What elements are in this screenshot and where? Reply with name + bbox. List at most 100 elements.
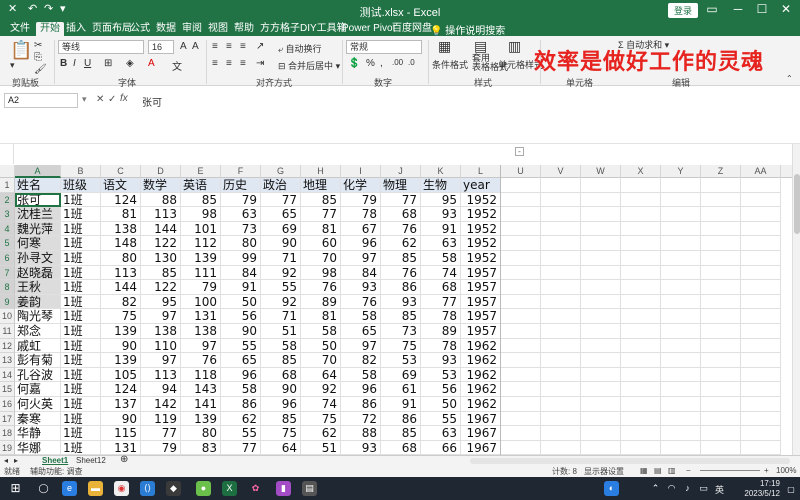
table-cell[interactable]: 76 <box>381 265 421 281</box>
app-icon[interactable]: ◆ <box>166 481 181 496</box>
underline-icon[interactable]: U <box>84 58 91 69</box>
bold-icon[interactable]: B <box>60 58 67 69</box>
table-cell[interactable]: 81 <box>301 309 341 324</box>
table-cell[interactable]: 72 <box>341 411 381 427</box>
table-header-cell[interactable]: 英语 <box>181 178 221 193</box>
table-cell[interactable]: 67 <box>341 221 381 237</box>
empty-cell[interactable] <box>701 382 741 397</box>
align-bottom-icon[interactable]: ≡ <box>240 41 246 52</box>
table-cell[interactable]: 50 <box>301 338 341 354</box>
empty-cell[interactable] <box>701 397 741 412</box>
column-header[interactable]: F <box>221 165 261 178</box>
fill-color-icon[interactable]: ◈ <box>126 58 134 69</box>
empty-cell[interactable] <box>581 367 621 383</box>
table-cell[interactable]: 76 <box>341 294 381 310</box>
table-cell[interactable]: 90 <box>261 236 301 251</box>
row-header[interactable]: 6 <box>0 251 15 266</box>
table-cell[interactable]: 92 <box>301 382 341 397</box>
empty-cell[interactable] <box>741 324 781 339</box>
empty-cell[interactable] <box>541 178 581 193</box>
table-cell[interactable]: 89 <box>421 324 461 339</box>
table-cell[interactable]: 1班 <box>61 280 101 295</box>
table-cell[interactable]: 1962 <box>461 338 501 354</box>
empty-cell[interactable] <box>741 221 781 237</box>
empty-cell[interactable] <box>741 178 781 193</box>
empty-cell[interactable] <box>661 353 701 368</box>
empty-cell[interactable] <box>501 382 541 397</box>
table-cell[interactable]: 112 <box>181 236 221 251</box>
table-cell[interactable]: 1957 <box>461 309 501 324</box>
row-header[interactable]: 11 <box>0 324 15 339</box>
table-cell[interactable]: 沈桂兰 <box>15 207 61 222</box>
table-cell[interactable]: 75 <box>101 309 141 324</box>
empty-cell[interactable] <box>661 280 701 295</box>
column-header[interactable]: W <box>581 165 621 178</box>
empty-cell[interactable] <box>741 426 781 441</box>
empty-cell[interactable] <box>501 178 541 193</box>
empty-cell[interactable] <box>621 338 661 354</box>
empty-cell[interactable] <box>661 265 701 281</box>
table-cell[interactable]: 85 <box>141 265 181 281</box>
empty-cell[interactable] <box>621 192 661 208</box>
table-cell[interactable]: 144 <box>141 221 181 237</box>
table-cell[interactable]: 85 <box>381 251 421 266</box>
table-cell[interactable]: 73 <box>381 324 421 339</box>
notification-icon[interactable]: ▢ <box>786 482 796 497</box>
empty-cell[interactable] <box>701 236 741 251</box>
merge-center-button[interactable]: ⊟ 合并后居中 ▾ <box>278 59 340 72</box>
sheet-prev-icon[interactable]: ◂ <box>4 456 8 465</box>
copy-icon[interactable]: ⎘ <box>34 52 42 63</box>
column-header[interactable]: H <box>301 165 341 178</box>
empty-cell[interactable] <box>621 324 661 339</box>
table-cell[interactable]: 82 <box>341 353 381 368</box>
border-icon[interactable]: ⊞ <box>104 58 112 69</box>
table-cell[interactable]: 115 <box>101 426 141 441</box>
table-cell[interactable]: 魏光萍 <box>15 221 61 237</box>
table-cell[interactable]: 91 <box>221 280 261 295</box>
empty-cell[interactable] <box>661 411 701 427</box>
row-header[interactable]: 8 <box>0 280 15 295</box>
table-cell[interactable]: 华娜 <box>15 440 61 455</box>
worksheet-grid[interactable]: A B C D E F G H I J K L U V W X Y Z AA 1 姓名 班级 语文 数学 英语 历史 政治 地理 化学… <box>0 165 792 455</box>
table-cell[interactable]: 56 <box>221 309 261 324</box>
table-cell[interactable]: 89 <box>301 294 341 310</box>
zoom-level[interactable]: 100% <box>776 466 796 475</box>
table-cell[interactable]: 138 <box>181 324 221 339</box>
table-cell[interactable]: 1952 <box>461 192 501 208</box>
table-cell[interactable]: 65 <box>221 353 261 368</box>
document-app-icon[interactable]: ▤ <box>302 481 317 496</box>
table-cell[interactable]: 1班 <box>61 338 101 354</box>
tab-6[interactable]: 审阅 <box>178 22 206 36</box>
table-cell[interactable]: 1班 <box>61 411 101 427</box>
tab-12[interactable]: 百度网盘 <box>388 22 436 36</box>
table-cell[interactable]: 53 <box>381 353 421 368</box>
name-box[interactable]: A2 <box>4 93 78 108</box>
table-cell[interactable]: 97 <box>341 251 381 266</box>
empty-cell[interactable] <box>701 338 741 354</box>
table-cell[interactable]: 75 <box>301 411 341 427</box>
empty-cell[interactable] <box>541 221 581 237</box>
font-size-combo[interactable]: 16 <box>148 40 174 54</box>
empty-cell[interactable] <box>501 207 541 222</box>
empty-cell[interactable] <box>741 309 781 324</box>
empty-cell[interactable] <box>621 397 661 412</box>
empty-cell[interactable] <box>621 353 661 368</box>
phonetic-icon[interactable]: 文 <box>172 58 182 73</box>
row-header[interactable]: 15 <box>0 382 15 397</box>
font-name-combo[interactable]: 等线 <box>58 40 144 54</box>
table-cell[interactable]: 1967 <box>461 426 501 441</box>
row-header[interactable]: 9 <box>0 294 15 310</box>
table-cell[interactable]: 64 <box>261 440 301 455</box>
table-cell[interactable]: 113 <box>141 367 181 383</box>
table-cell[interactable]: 84 <box>221 265 261 281</box>
display-settings[interactable]: 显示器设置 <box>584 466 624 477</box>
table-cell[interactable]: 1962 <box>461 382 501 397</box>
table-cell[interactable]: 55 <box>221 338 261 354</box>
table-cell[interactable]: 78 <box>421 309 461 324</box>
table-cell[interactable]: 58 <box>261 338 301 354</box>
minimize-icon[interactable]: ─ <box>728 2 748 16</box>
table-cell[interactable]: 1952 <box>461 207 501 222</box>
add-sheet-icon[interactable]: ⊕ <box>120 454 128 465</box>
table-cell[interactable]: 何寒 <box>15 236 61 251</box>
cell-style-icon[interactable]: ▥ <box>508 38 521 55</box>
